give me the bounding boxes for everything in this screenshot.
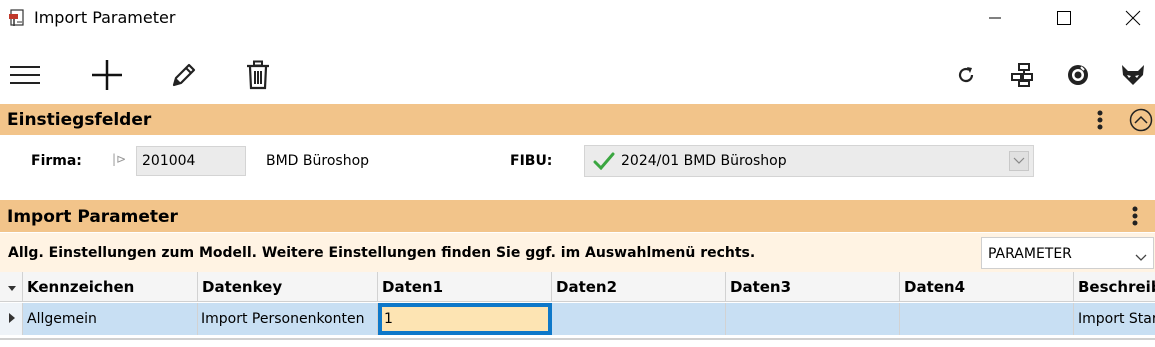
row-indicator[interactable] xyxy=(0,303,23,335)
grid-bottom-border xyxy=(0,338,1155,340)
fibu-label: FIBU: xyxy=(510,153,553,169)
cell-daten2[interactable] xyxy=(552,303,726,335)
cell-daten3[interactable] xyxy=(726,303,900,335)
refresh-button[interactable] xyxy=(946,56,986,96)
row-indicator-header xyxy=(0,272,23,301)
edit-button[interactable] xyxy=(164,56,204,96)
check-icon xyxy=(593,152,615,170)
section-header-einstiegsfelder: Einstiegsfelder xyxy=(0,104,1155,135)
title-bar: Import Parameter xyxy=(0,0,1155,36)
toolbar xyxy=(0,48,1155,100)
column-header-kennzeichen[interactable]: Kennzeichen xyxy=(23,272,198,301)
column-header-daten4[interactable]: Daten4 xyxy=(900,272,1074,301)
dropdown-value: PARAMETER xyxy=(988,246,1072,262)
app-icon xyxy=(8,8,28,28)
help-button[interactable] xyxy=(1058,56,1098,96)
column-header-daten1[interactable]: Daten1 xyxy=(378,272,552,301)
more-options-icon[interactable] xyxy=(1125,204,1145,228)
cell-datenkey[interactable]: Import Personenkonten xyxy=(198,303,378,335)
refresh-icon xyxy=(956,65,976,88)
fox-icon xyxy=(1120,63,1146,90)
chevron-down-icon[interactable] xyxy=(1009,151,1029,171)
maximize-button[interactable] xyxy=(1041,0,1087,36)
fibu-select[interactable]: 2024/01 BMD Büroshop xyxy=(584,145,1034,177)
firma-label: Firma: xyxy=(31,153,82,169)
cell-daten4[interactable] xyxy=(900,303,1074,335)
parameter-dropdown[interactable]: PARAMETER xyxy=(981,237,1154,269)
fox-button[interactable] xyxy=(1113,56,1153,96)
cell-daten1[interactable]: 1 xyxy=(378,303,552,335)
section-title: Einstiegsfelder xyxy=(7,110,152,130)
section-header-import-parameter: Import Parameter xyxy=(0,200,1155,232)
firma-name: BMD Büroshop xyxy=(266,153,370,169)
delete-button[interactable] xyxy=(238,56,278,96)
column-header-daten3[interactable]: Daten3 xyxy=(726,272,900,301)
firma-field[interactable]: 201004 xyxy=(136,146,246,176)
edit-icon xyxy=(170,61,198,92)
field-marker-icon: |⊳ xyxy=(112,152,127,166)
sitemap-icon xyxy=(1011,62,1033,90)
close-button[interactable] xyxy=(1110,0,1155,36)
window-title: Import Parameter xyxy=(34,8,176,27)
cell-beschreibung[interactable]: Import Star xyxy=(1074,303,1155,335)
help-icon xyxy=(1067,64,1089,89)
info-text: Allg. Einstellungen zum Modell. Weitere … xyxy=(8,245,756,261)
add-icon xyxy=(91,59,123,94)
add-button[interactable] xyxy=(87,56,127,96)
section-title: Import Parameter xyxy=(7,207,178,227)
cell-kennzeichen[interactable]: Allgemein xyxy=(23,303,198,335)
menu-button[interactable] xyxy=(5,56,45,96)
grid-header-row: Kennzeichen Datenkey Daten1 Daten2 Daten… xyxy=(0,272,1155,302)
row-pointer-icon xyxy=(9,311,15,327)
sort-icon xyxy=(8,278,16,296)
more-options-icon[interactable] xyxy=(1090,108,1110,132)
table-row[interactable]: Allgemein Import Personenkonten 1 Import… xyxy=(0,303,1155,335)
delete-icon xyxy=(245,60,271,93)
collapse-icon[interactable] xyxy=(1128,108,1154,132)
column-header-daten2[interactable]: Daten2 xyxy=(552,272,726,301)
data-grid: Kennzeichen Datenkey Daten1 Daten2 Daten… xyxy=(0,272,1155,339)
column-header-datenkey[interactable]: Datenkey xyxy=(198,272,378,301)
fibu-value: 2024/01 BMD Büroshop xyxy=(621,153,787,169)
sitemap-button[interactable] xyxy=(1002,56,1042,96)
menu-icon xyxy=(10,64,40,89)
column-header-beschreibung[interactable]: Beschreib xyxy=(1074,272,1155,301)
minimize-button[interactable] xyxy=(972,0,1018,36)
chevron-down-icon xyxy=(1135,249,1147,265)
